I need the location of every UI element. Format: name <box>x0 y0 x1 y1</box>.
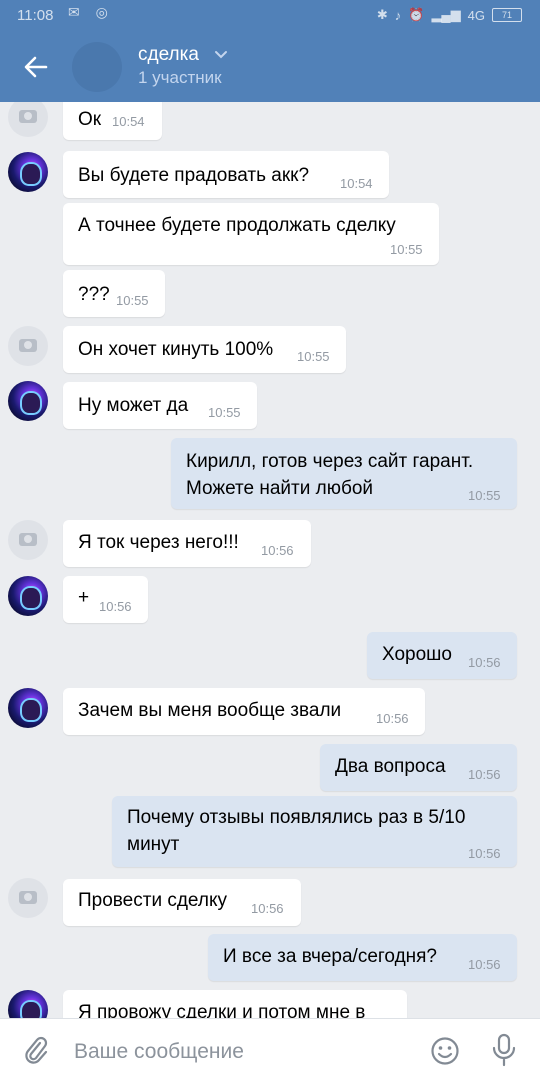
message-text: Почему отзывы появлялись раз в 5/10 <box>127 807 466 828</box>
message-bubble[interactable]: Провести сделку 10:56 <box>63 879 301 926</box>
message-text: И все за вчера/сегодня? <box>223 946 438 967</box>
network-label: 4G <box>467 7 485 23</box>
message-time: 10:56 <box>468 957 501 972</box>
message-text: Вы будете прадовать акк? <box>78 165 310 186</box>
message-bubble[interactable]: Ну может да 10:55 <box>63 382 257 429</box>
chevron-down-icon[interactable] <box>214 50 228 60</box>
microphone-icon[interactable] <box>490 1033 518 1067</box>
message-bubble[interactable]: Хорошо 10:56 <box>367 632 517 679</box>
message-text: Он хочет кинуть 100% <box>78 339 274 360</box>
message-bubble[interactable]: Я провожу сделки и потом мне в <box>63 990 407 1018</box>
avatar[interactable] <box>8 326 48 366</box>
message-bubble[interactable]: И все за вчера/сегодня? 10:56 <box>208 934 517 981</box>
message-text: + <box>78 587 90 608</box>
message-text: Я провожу сделки и потом мне в <box>78 1002 366 1018</box>
signal-icon: ▂▄▆ <box>431 7 461 22</box>
message-bubble[interactable]: + 10:56 <box>63 576 148 623</box>
message-time: 10:55 <box>390 242 423 257</box>
message-bubble[interactable]: Кирилл, готов через сайт гарант. Можете … <box>171 438 517 509</box>
avatar[interactable] <box>8 102 48 137</box>
message-text: Ок <box>78 109 102 130</box>
status-right-icons: ✱ ♪ ⏰ ▂▄▆ 4G 71 <box>377 7 522 23</box>
avatar[interactable] <box>8 576 48 616</box>
chat-subtitle: 1 участник <box>138 68 222 87</box>
message-bubble[interactable]: Ок 10:54 <box>63 102 162 140</box>
status-time: 11:08 <box>17 7 54 24</box>
message-time: 10:55 <box>297 349 330 364</box>
message-text: Провести сделку <box>78 890 227 911</box>
message-text: Ну может да <box>78 395 189 416</box>
message-text: Я ток через него!!! <box>78 532 239 553</box>
bluetooth-icon: ✱ <box>376 7 388 22</box>
message-list[interactable]: Ок 10:54 Вы будете прадовать акк? 10:54 … <box>0 102 540 1018</box>
notification-icons: ✉ ◎ <box>68 4 114 20</box>
avatar[interactable] <box>8 152 48 192</box>
message-text: А точнее будете продолжать сделку <box>78 215 396 236</box>
message-time: 10:56 <box>261 543 294 558</box>
message-time: 10:55 <box>116 293 149 308</box>
message-bubble[interactable]: Он хочет кинуть 100% 10:55 <box>63 326 346 373</box>
mute-icon: ♪ <box>394 7 402 23</box>
message-bubble[interactable]: Зачем вы меня вообще звали 10:56 <box>63 688 425 735</box>
message-text: ??? <box>78 284 110 305</box>
message-text: Хорошо <box>382 644 452 665</box>
battery-icon: 71 <box>492 8 522 22</box>
message-input-bar <box>0 1018 540 1081</box>
paperclip-icon[interactable] <box>22 1035 50 1065</box>
message-time: 10:54 <box>340 176 373 191</box>
avatar[interactable] <box>8 381 48 421</box>
message-bubble[interactable]: А точнее будете продолжать сделку 10:55 <box>63 203 439 265</box>
back-arrow-icon[interactable] <box>22 53 50 81</box>
message-bubble[interactable]: ??? 10:55 <box>63 270 165 317</box>
chat-title[interactable]: сделка <box>138 44 199 66</box>
avatar[interactable] <box>8 878 48 918</box>
message-time: 10:56 <box>468 846 501 861</box>
avatar[interactable] <box>8 688 48 728</box>
message-input[interactable] <box>72 1037 406 1067</box>
message-text: Можете найти любой <box>186 478 374 499</box>
emoji-icon[interactable] <box>430 1036 460 1066</box>
message-time: 10:56 <box>376 711 409 726</box>
message-time: 10:56 <box>468 767 501 782</box>
message-time: 10:56 <box>251 901 284 916</box>
message-text: минут <box>127 834 180 855</box>
avatar[interactable] <box>8 990 48 1018</box>
chat-avatar[interactable] <box>72 42 122 92</box>
message-bubble[interactable]: Вы будете прадовать акк? 10:54 <box>63 151 389 198</box>
message-time: 10:55 <box>468 488 501 503</box>
message-text: Два вопроса <box>335 756 446 777</box>
message-time: 10:56 <box>468 655 501 670</box>
message-time: 10:56 <box>99 599 132 614</box>
message-time: 10:55 <box>208 405 241 420</box>
message-bubble[interactable]: Почему отзывы появлялись раз в 5/10 мину… <box>112 796 517 867</box>
message-time: 10:54 <box>112 114 145 129</box>
avatar[interactable] <box>8 520 48 560</box>
chat-header: 11:08 ✉ ◎ ✱ ♪ ⏰ ▂▄▆ 4G 71 сделка 1 участ… <box>0 0 540 102</box>
message-bubble[interactable]: Два вопроса 10:56 <box>320 744 517 791</box>
message-text: Зачем вы меня вообще звали <box>78 700 342 721</box>
alarm-icon: ⏰ <box>408 7 425 22</box>
message-bubble[interactable]: Я ток через него!!! 10:56 <box>63 520 311 567</box>
status-bar: 11:08 ✉ ◎ ✱ ♪ ⏰ ▂▄▆ 4G 71 <box>0 0 540 32</box>
message-text: Кирилл, готов через сайт гарант. <box>186 451 474 472</box>
